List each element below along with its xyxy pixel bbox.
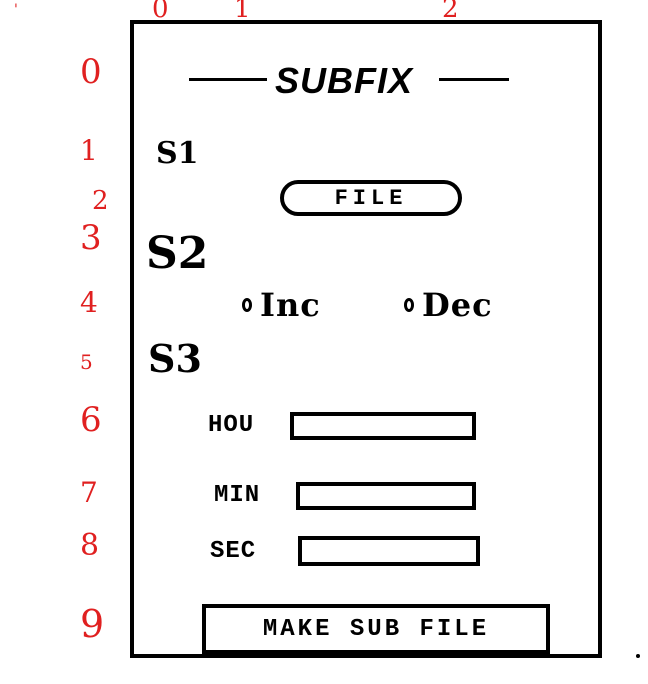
section-label-s1: S1 [156, 136, 199, 171]
title-left-rule [189, 78, 267, 81]
section-label-s2: S2 [146, 228, 209, 279]
radio-dec[interactable]: Dec [404, 286, 493, 324]
radio-inc[interactable]: Inc [242, 286, 321, 324]
hour-label: HOU [208, 412, 255, 439]
row-number-2: 2 [92, 186, 109, 216]
row-number-5: 5 [80, 350, 93, 374]
radio-dec-label: Dec [422, 286, 493, 324]
row-number-3: 3 [80, 218, 102, 258]
radio-inc-icon[interactable] [242, 298, 252, 312]
stray-dot [636, 654, 640, 658]
row-number-9: 9 [80, 602, 105, 646]
row-number-0: 0 [80, 52, 102, 92]
sec-input[interactable] [298, 536, 480, 566]
sec-label: SEC [210, 538, 257, 565]
row-number-8: 8 [80, 528, 100, 563]
row-number-6: 6 [80, 400, 102, 440]
min-input[interactable] [296, 482, 476, 510]
row-number-4: 4 [80, 286, 98, 319]
make-sub-file-button[interactable]: MAKE SUB FILE [202, 604, 550, 654]
file-button[interactable]: FILE [280, 180, 462, 216]
app-title: SUBFIX [275, 60, 414, 101]
title-bar: SUBFIX [189, 60, 509, 104]
section-label-s3: S3 [148, 336, 202, 381]
row-number-7: 7 [80, 476, 98, 509]
app-window: SUBFIX S1 FILE S2 Inc Dec S3 HOU MIN SEC… [130, 20, 602, 658]
title-right-rule [439, 78, 509, 81]
min-label: MIN [214, 482, 261, 509]
radio-inc-label: Inc [260, 286, 321, 324]
row-number-1: 1 [80, 134, 98, 167]
hour-input[interactable] [290, 412, 476, 440]
corner-tick-mark: ' [14, 2, 18, 18]
radio-dec-icon[interactable] [404, 298, 414, 312]
